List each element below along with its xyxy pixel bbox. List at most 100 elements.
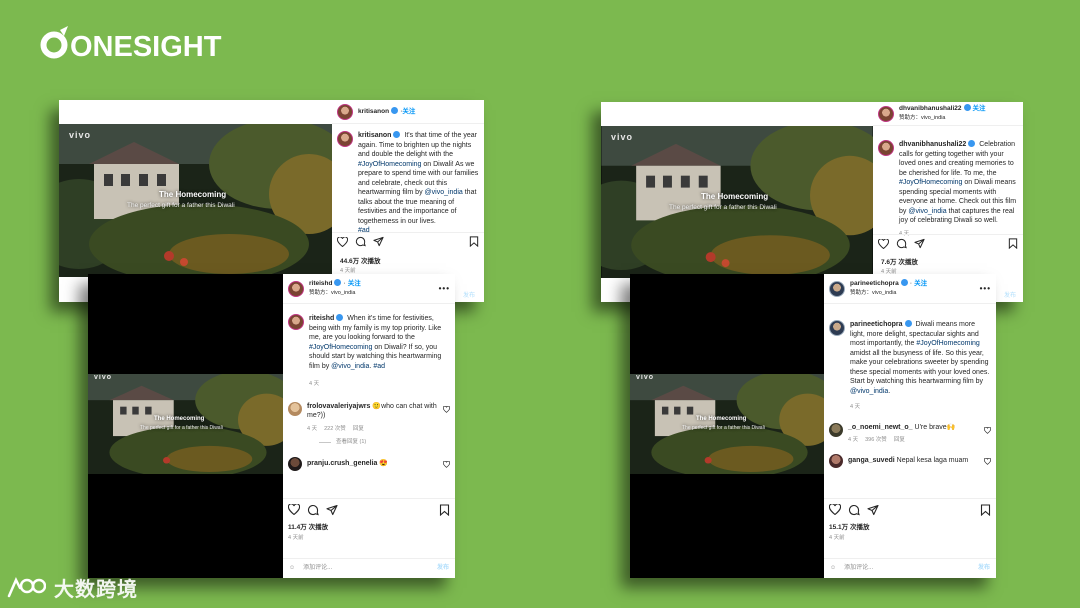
commenter-username[interactable]: frolovavaleriyajwrs xyxy=(307,403,370,410)
heart-icon[interactable] xyxy=(337,236,348,247)
bookmark-icon[interactable] xyxy=(439,503,450,516)
video-title: The Homecoming xyxy=(701,192,769,201)
follow-button[interactable]: 关注 xyxy=(973,105,986,112)
avatar[interactable] xyxy=(337,131,353,147)
comment-like-icon[interactable] xyxy=(984,426,991,434)
comment-icon[interactable] xyxy=(896,238,907,249)
sponsor-handle[interactable]: vivo_india xyxy=(921,115,945,121)
caption-age: 4 天 xyxy=(850,404,861,410)
avatar[interactable] xyxy=(288,314,304,330)
heart-icon[interactable] xyxy=(829,504,841,515)
reply-button[interactable]: 回复 xyxy=(894,437,905,443)
commenter-avatar[interactable] xyxy=(829,422,843,437)
emoji-icon[interactable]: ☺ xyxy=(289,564,295,574)
post-video[interactable]: vivo The Homecoming The perfect gift for… xyxy=(59,124,332,277)
add-comment-bar: ☺ 添加评论... 发布 xyxy=(824,558,996,578)
share-icon[interactable] xyxy=(867,504,879,516)
post-age: 4 天前 xyxy=(340,268,356,274)
caption-username[interactable]: kritisanon xyxy=(358,132,391,139)
brand-watermark: 大数跨境 xyxy=(6,572,138,602)
add-comment-input[interactable]: 添加评论... xyxy=(844,564,873,574)
bookmark-icon[interactable] xyxy=(1008,238,1018,249)
heart-icon[interactable] xyxy=(288,504,300,515)
post-video[interactable]: vivo The Homecoming The perfect gift for… xyxy=(601,126,873,278)
avatar[interactable] xyxy=(288,280,304,297)
video-subtitle: The perfect gift for a father this Diwal… xyxy=(127,202,235,209)
verified-icon xyxy=(393,130,401,138)
follow-button[interactable]: 关注 xyxy=(402,107,415,117)
caption-text: . xyxy=(888,387,891,395)
commenter-avatar[interactable] xyxy=(288,456,302,471)
comment-like-icon[interactable] xyxy=(443,405,450,413)
post-comment-button[interactable]: 发布 xyxy=(463,290,475,299)
sponsor-handle[interactable]: vivo_india xyxy=(872,290,896,296)
video-subtitle: The perfect gift for a father this Diwal… xyxy=(140,425,223,431)
comment-like-icon[interactable] xyxy=(443,460,450,468)
commenter-username[interactable]: _o_noemi_newt_o_ xyxy=(848,424,913,431)
follow-button[interactable]: 关注 xyxy=(348,280,361,287)
add-comment-input[interactable]: 添加评论... xyxy=(303,564,332,574)
comment: pranju.crush_genelia 😍 xyxy=(283,448,455,471)
mention-link[interactable]: @vivo_india xyxy=(425,189,463,196)
caption-age: 4 天 xyxy=(309,381,320,387)
comment-icon[interactable] xyxy=(307,504,319,516)
comment-icon[interactable] xyxy=(355,236,366,247)
share-icon[interactable] xyxy=(914,238,925,249)
share-icon[interactable] xyxy=(373,236,384,247)
emoji-icon[interactable]: ☺ xyxy=(830,564,836,574)
verified-icon xyxy=(904,319,912,327)
comment: frolovavaleriyajwrs 🙂who can chat with m… xyxy=(283,390,455,435)
mention-link[interactable]: @vivo_india xyxy=(850,388,888,395)
avatar[interactable] xyxy=(829,280,845,297)
more-options-button[interactable]: ••• xyxy=(439,284,450,294)
caption-username[interactable]: parineetichopra xyxy=(850,321,903,328)
post-video[interactable]: vivo The Homecoming The perfect gift for… xyxy=(88,374,283,474)
commenter-avatar[interactable] xyxy=(288,401,302,416)
reply-button[interactable]: 回复 xyxy=(353,426,364,432)
avatar[interactable] xyxy=(829,320,845,336)
brand-mark-icon xyxy=(7,577,46,598)
post-screenshot-riteishd: vivo The Homecoming The perfect gift for… xyxy=(88,274,455,578)
hashtag-link[interactable]: #ad xyxy=(373,363,385,370)
post-age: 4 天前 xyxy=(829,535,845,541)
username[interactable]: riteishd xyxy=(309,280,332,287)
username[interactable]: dhvanibhanushali22 xyxy=(899,105,962,112)
post-video[interactable]: vivo The Homecoming The perfect gift for… xyxy=(630,374,824,474)
hashtag-link[interactable]: #JoyOfHomecoming xyxy=(309,344,372,351)
username[interactable]: kritisanon xyxy=(358,107,389,117)
sponsor-handle[interactable]: vivo_india xyxy=(331,290,355,296)
commenter-avatar[interactable] xyxy=(829,453,843,468)
comment-icon[interactable] xyxy=(848,504,860,516)
mention-link[interactable]: @vivo_india xyxy=(331,363,369,370)
verified-icon xyxy=(391,107,399,114)
post-comment-button[interactable]: 发布 xyxy=(1004,290,1016,299)
avatar[interactable] xyxy=(878,140,894,156)
more-options-button[interactable]: ••• xyxy=(980,284,991,294)
commenter-username[interactable]: pranju.crush_genelia xyxy=(307,460,377,467)
video-frame-house xyxy=(630,374,824,474)
hashtag-link[interactable]: #JoyOfHomecoming xyxy=(916,340,979,347)
view-replies-button[interactable]: 查看回复 (1) xyxy=(283,434,455,448)
post-comment-button[interactable]: 发布 xyxy=(437,564,449,574)
caption-username[interactable]: dhvanibhanushali22 xyxy=(899,141,966,148)
comment-likes[interactable]: 222 次赞 xyxy=(324,426,346,432)
share-icon[interactable] xyxy=(326,504,338,516)
commenter-username[interactable]: ganga_suvedi xyxy=(848,457,895,464)
comment-like-icon[interactable] xyxy=(984,457,991,465)
follow-button[interactable]: 关注 xyxy=(914,280,927,287)
avatar[interactable] xyxy=(337,103,353,120)
username[interactable]: parineetichopra xyxy=(850,280,899,287)
avatar[interactable] xyxy=(878,105,894,122)
mention-link[interactable]: @vivo_india xyxy=(908,208,946,215)
post-comment-button[interactable]: 发布 xyxy=(978,564,990,574)
hashtag-link[interactable]: #JoyOfHomecoming xyxy=(899,179,962,186)
bookmark-icon[interactable] xyxy=(469,236,479,247)
verified-icon xyxy=(900,278,908,286)
heart-icon[interactable] xyxy=(878,238,889,249)
hashtag-link[interactable]: #JoyOfHomecoming xyxy=(358,161,421,168)
bookmark-icon[interactable] xyxy=(980,503,991,516)
comment-likes[interactable]: 396 次赞 xyxy=(865,437,887,443)
caption-username[interactable]: riteishd xyxy=(309,315,334,322)
comment-text: 😍 xyxy=(379,459,389,467)
video-title: The Homecoming xyxy=(159,190,227,199)
